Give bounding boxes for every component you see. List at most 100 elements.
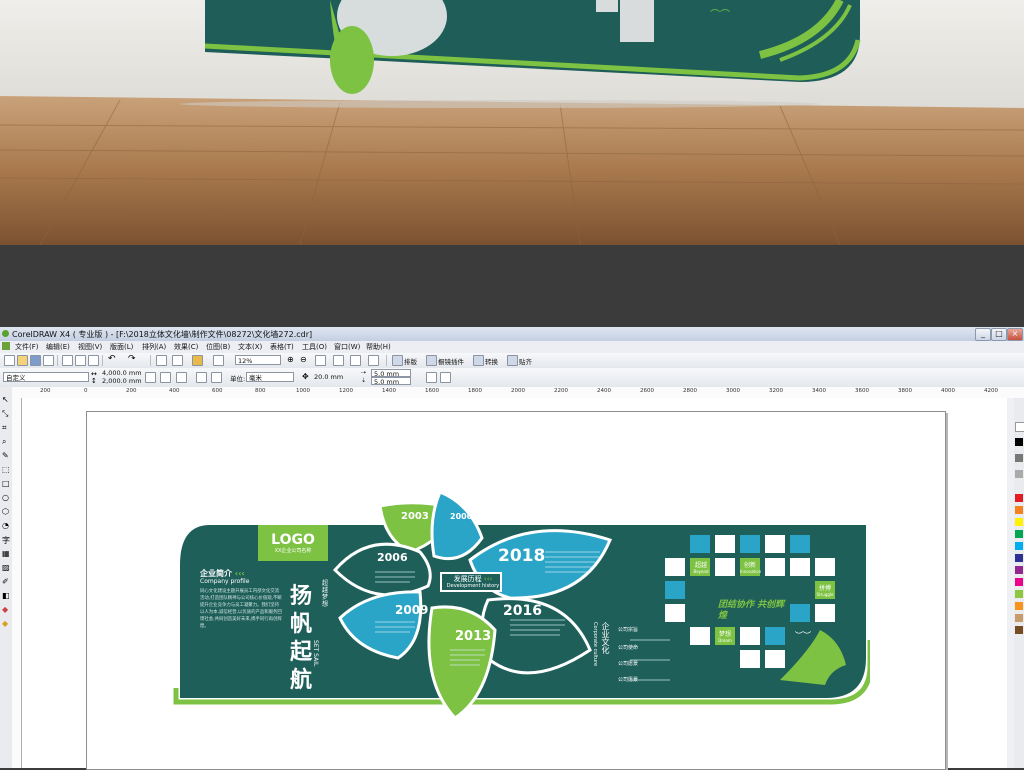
menu-window[interactable]: 窗口(W) [334,342,360,352]
nudge-distance-field[interactable]: 20.0 mm [312,372,352,382]
swatch-magenta[interactable] [1015,578,1023,586]
zoom-out-icon[interactable]: ⊖ [300,355,307,364]
page-frame-icon[interactable] [211,372,222,383]
undo-icon[interactable]: ↶ [108,354,116,364]
landscape-icon[interactable] [160,372,171,383]
duplicate-x-field[interactable]: 5.0 mm [371,369,411,378]
menu-view[interactable]: 视图(V) [78,342,102,352]
open-icon[interactable] [17,355,28,366]
menu-help[interactable]: 帮助(H) [366,342,391,352]
import-icon[interactable] [156,355,167,366]
zoom-in-icon[interactable]: ⊕ [287,355,294,364]
pick-tool-icon[interactable]: ↖ [2,395,9,404]
ruler-tick: 2800 [683,388,697,394]
crop-tool-icon[interactable]: ⌗ [2,423,7,433]
duplicate-y-field[interactable]: 5.0 mm [371,377,411,386]
bird-graphic: ︶︶ [795,630,811,640]
swatch-blue[interactable] [1015,554,1023,562]
interactive-fill-icon[interactable]: ◆ [2,619,8,628]
menu-layout[interactable]: 版面(L) [110,342,133,352]
basic-shapes-icon[interactable]: ◔ [2,521,9,530]
menu-arrange[interactable]: 排列(A) [142,342,166,352]
fill-tool-icon[interactable]: ◆ [2,605,8,614]
polygon-tool-icon[interactable]: ⬡ [2,507,9,516]
units-icon[interactable] [426,372,437,383]
swatch-brown[interactable] [1015,626,1023,634]
outline-tool-icon[interactable]: ◧ [2,591,10,600]
new-icon[interactable] [4,355,15,366]
options-icon[interactable] [333,355,344,366]
zoom-level-field[interactable]: 12% [235,355,281,365]
welcome-screen-icon[interactable] [213,355,224,366]
maximize-button[interactable]: □ [991,328,1007,341]
plugin-button[interactable]: 橱镜插件 [438,356,464,366]
current-page-icon[interactable] [196,372,207,383]
menu-bitmaps[interactable]: 位图(B) [206,342,230,352]
smart-fill-icon[interactable]: ⬚ [2,465,10,474]
swatch-yellow[interactable] [1015,518,1023,526]
menu-file[interactable]: 文件(F) [15,342,39,352]
minimize-button[interactable]: _ [975,328,991,341]
ruler-tick: 4200 [984,388,998,394]
vertical-scrollbar[interactable] [1007,398,1014,768]
swatch-green[interactable] [1015,530,1023,538]
portrait-icon[interactable] [145,372,156,383]
swatch-lime[interactable] [1015,590,1023,598]
save-icon[interactable] [30,355,41,366]
typeset-button[interactable]: 排版 [404,356,417,366]
export-icon[interactable] [172,355,183,366]
ellipse-tool-icon[interactable]: ○ [2,493,9,502]
menu-edit[interactable]: 编辑(E) [46,342,70,352]
tile-dream-cn: 梦想 [718,631,731,638]
all-pages-icon[interactable] [176,372,187,383]
swatch-gray[interactable] [1015,454,1023,462]
swatch-tan[interactable] [1015,614,1023,622]
table-tool-icon[interactable]: ▦ [2,549,10,558]
snap-to-icon [507,355,518,366]
text-tool-icon[interactable]: 字 [2,535,10,546]
color-palette[interactable] [1014,398,1024,768]
swatch-red[interactable] [1015,494,1023,502]
paste-icon[interactable] [88,355,99,366]
swatch-none[interactable] [1015,422,1024,432]
page-height-field[interactable]: 2,000.0 mm [100,377,142,385]
swatch-purple[interactable] [1015,566,1023,574]
snap-to-button[interactable]: 贴齐 [519,356,532,366]
layout-icon[interactable] [350,355,361,366]
shape-tool-icon[interactable]: ⤡ [2,409,8,419]
tile-dream-en: Dream [718,638,732,643]
menu-table[interactable]: 表格(T) [270,342,294,352]
ruler-tick: 200 [126,388,137,394]
center-label-text: 发展历程 [453,575,482,583]
menu-tools[interactable]: 工具(O) [302,342,327,352]
copy-icon[interactable] [75,355,86,366]
unit-select[interactable]: 毫米 [246,372,294,382]
window-titlebar: CorelDRAW X4 ( 专业版 ) - [F:\2018立体文化墙\制作文… [0,327,1024,342]
cut-icon[interactable] [62,355,73,366]
freehand-tool-icon[interactable]: ✎ [2,451,9,460]
transform-icon[interactable] [368,355,379,366]
ruler-tick: 1200 [339,388,353,394]
zoom-tool-icon[interactable]: ⌕ [2,437,6,447]
treat-as-filled-icon[interactable] [440,372,451,383]
snap-icon[interactable] [315,355,326,366]
eyedropper-tool-icon[interactable]: ✐ [2,577,9,586]
app-launcher-icon[interactable] [192,355,203,366]
swatch-cyan[interactable] [1015,542,1023,550]
interactive-tool-icon[interactable]: ▨ [2,563,10,572]
print-icon[interactable] [43,355,54,366]
page-width-field[interactable]: 4,000.0 mm [100,369,142,377]
page-preset-select[interactable]: 自定义 [3,372,89,382]
swatch-lightgray[interactable] [1015,470,1023,478]
swatch-amber[interactable] [1015,602,1023,610]
rectangle-tool-icon[interactable]: □ [2,479,10,488]
swatch-black[interactable] [1015,438,1023,446]
menu-text[interactable]: 文本(X) [238,342,262,352]
petal-2000 [430,490,484,561]
redo-icon[interactable]: ↷ [128,354,136,364]
ruler-tick: 3800 [898,388,912,394]
close-button[interactable]: × [1007,328,1023,341]
menu-effects[interactable]: 效果(C) [174,342,198,352]
convert-button[interactable]: 转换 [485,356,498,366]
swatch-orange[interactable] [1015,506,1023,514]
